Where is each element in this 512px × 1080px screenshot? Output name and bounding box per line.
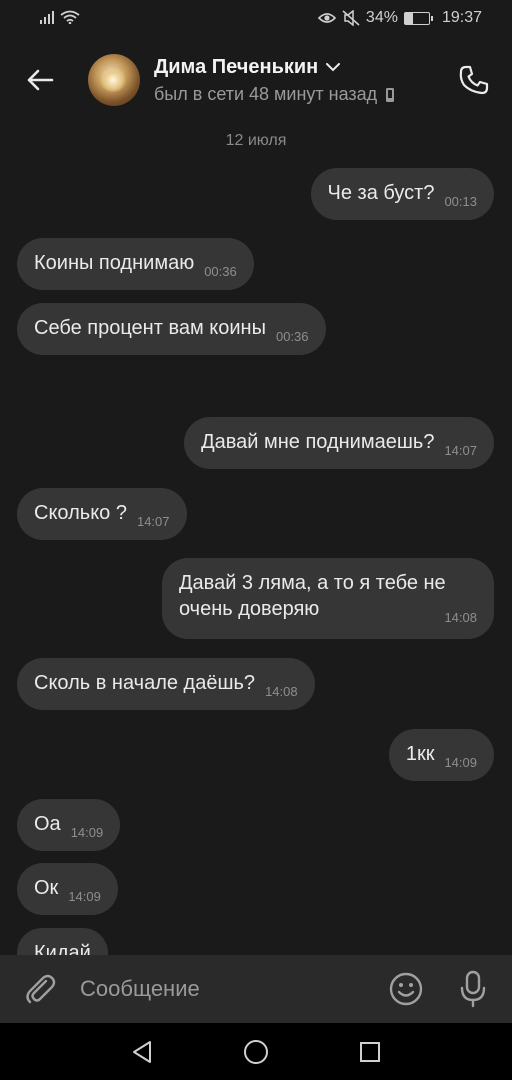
message-outgoing[interactable]: Давай 3 ляма, а то я тебе не очень довер… — [162, 558, 494, 639]
message-text: Сколько ? — [34, 502, 127, 524]
message-text: Че за буст? — [327, 182, 435, 204]
status-right: 34% 19:37 — [317, 9, 482, 27]
nav-recents-icon — [360, 1042, 380, 1062]
message-outgoing[interactable]: Че за буст? 00:13 — [310, 168, 494, 220]
signal-icon — [40, 11, 54, 24]
battery-percent: 34% — [365, 9, 398, 26]
date-separator: 12 июля — [225, 132, 287, 149]
chat-header: Дима Печенькин был в сети 48 минут назад — [0, 36, 512, 122]
message-time: 14:07 — [444, 443, 477, 458]
message-time: 00:36 — [204, 264, 237, 279]
message-input[interactable] — [80, 973, 360, 1005]
message-incoming[interactable]: Сколько ? 14:07 — [17, 488, 187, 540]
message-text: Коины поднимаю — [34, 252, 195, 274]
status-left — [40, 10, 80, 24]
message-incoming[interactable]: Себе процент вам коины 00:36 — [17, 303, 326, 355]
message-list[interactable]: 12 июля Че за буст? 00:13 Коины поднимаю 0… — [0, 122, 512, 955]
nav-back-button[interactable] — [127, 1037, 157, 1067]
message-text: 1кк — [405, 743, 435, 765]
back-button[interactable] — [20, 60, 60, 100]
back-arrow-icon — [27, 69, 54, 91]
message-time: 00:36 — [275, 329, 309, 344]
contact-name: Дима Печенькин — [154, 56, 319, 78]
chevron-down-icon — [326, 63, 341, 72]
message-text: Сколь в начале даёшь? — [34, 672, 256, 694]
attach-icon — [26, 974, 56, 1004]
contact-name-row[interactable]: Дима Печенькин — [154, 56, 341, 79]
eye-icon — [317, 13, 336, 23]
wifi-icon — [60, 10, 80, 24]
message-incoming[interactable]: Коины поднимаю 00:36 — [17, 238, 254, 290]
status-bar: 34% 19:37 — [0, 0, 512, 36]
message-time: 14:07 — [136, 514, 170, 529]
battery-level — [404, 12, 414, 24]
mobile-icon — [386, 87, 395, 102]
message-time: 14:08 — [444, 610, 477, 625]
nav-recents-button[interactable] — [355, 1037, 385, 1067]
contact-status-row: был в сети 48 минут назад — [154, 84, 395, 105]
clock: 19:37 — [441, 9, 482, 26]
call-button[interactable] — [454, 60, 494, 100]
message-text: Давай мне поднимаешь? — [201, 431, 435, 453]
message-incoming[interactable]: Сколь в начале даёшь? 14:08 — [17, 658, 315, 710]
nav-back-icon — [133, 1041, 151, 1063]
message-incoming[interactable]: Ок 14:09 — [17, 863, 118, 915]
message-time: 14:09 — [444, 755, 477, 770]
message-text: Оа — [34, 813, 61, 835]
mic-button[interactable] — [455, 969, 491, 1009]
composer — [0, 955, 512, 1023]
battery-icon — [403, 11, 433, 25]
avatar[interactable] — [88, 54, 140, 106]
last-seen: был в сети 48 минут назад — [154, 84, 378, 104]
message-time: 14:08 — [265, 684, 298, 699]
message-incoming[interactable]: Оа 14:09 — [17, 799, 121, 851]
emoji-icon — [389, 972, 423, 1006]
mic-icon — [460, 970, 486, 1008]
message-incoming[interactable]: Кидай — [17, 928, 108, 955]
message-text: Ок — [34, 877, 59, 899]
nav-home-icon — [244, 1040, 268, 1064]
message-text: Кидай — [34, 942, 91, 955]
nav-home-button[interactable] — [241, 1037, 271, 1067]
system-navbar — [0, 1023, 512, 1080]
message-time: 14:09 — [70, 825, 104, 840]
message-time: 00:13 — [444, 194, 477, 209]
message-outgoing[interactable]: Давай мне поднимаешь? 14:07 — [184, 417, 494, 469]
mute-icon — [342, 10, 360, 26]
message-time: 14:09 — [68, 889, 101, 904]
emoji-button[interactable] — [388, 971, 424, 1007]
message-text: Себе процент вам коины — [34, 317, 266, 339]
message-text: Давай 3 ляма, а то я тебе не очень довер… — [179, 572, 446, 620]
message-outgoing[interactable]: 1кк 14:09 — [388, 729, 494, 781]
phone-icon — [459, 65, 489, 95]
attach-button[interactable] — [22, 971, 58, 1007]
